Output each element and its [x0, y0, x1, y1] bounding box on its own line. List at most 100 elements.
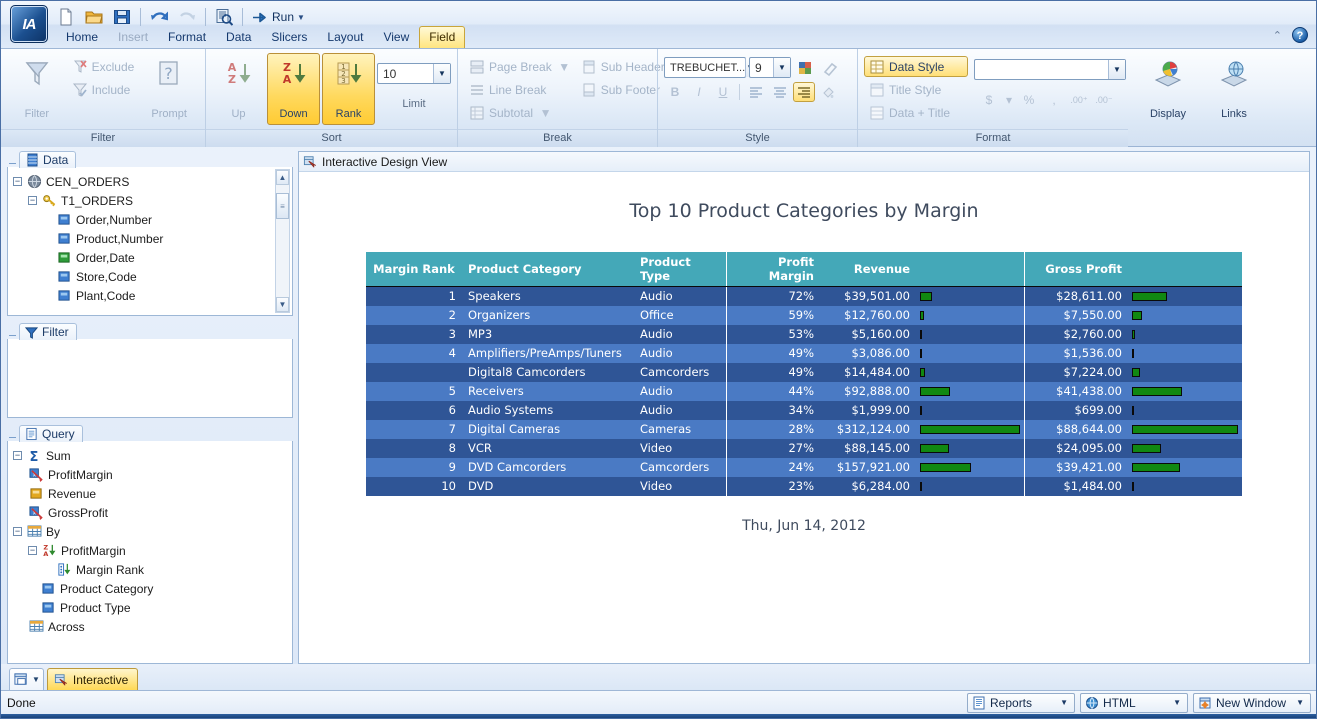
tree-item-order-number[interactable]: Order,Number — [13, 210, 290, 229]
tab-view[interactable]: View — [373, 26, 419, 48]
col-gross-profit[interactable]: Gross Profit — [1023, 252, 1128, 287]
expander-icon[interactable]: − — [28, 546, 37, 555]
view-selector-button[interactable]: ▼ — [9, 668, 44, 690]
cell-merge-icon[interactable] — [794, 58, 816, 78]
data-tree: − CEN_ORDERS − T1_ORDERS Order,Number Pr… — [8, 167, 292, 307]
svg-text:Σ: Σ — [30, 450, 39, 463]
reports-icon — [973, 696, 985, 709]
tree-item-cen-orders[interactable]: − CEN_ORDERS — [13, 172, 290, 191]
scroll-down-arrow-icon[interactable]: ▼ — [276, 297, 289, 312]
title-style-label: Title Style — [889, 82, 942, 97]
chevron-down-icon[interactable]: ▼ — [32, 675, 40, 684]
cell-revenue-bar — [916, 362, 1024, 382]
ribbon-group-break-title: Break — [458, 129, 657, 147]
collapse-ribbon-icon[interactable]: ⌃ — [1273, 29, 1282, 42]
cell-rank: 3 — [366, 324, 462, 344]
chevron-down-icon[interactable]: ▼ — [297, 13, 305, 22]
col-product-category[interactable]: Product Category — [462, 252, 634, 287]
sort-down-button[interactable]: Z A Down — [267, 53, 320, 125]
expander-icon[interactable]: − — [13, 527, 22, 536]
tree-item-product-type[interactable]: Product Type — [13, 598, 290, 617]
cell-gross-bar — [1128, 324, 1242, 344]
font-name-dropdown[interactable]: TREBUCHET... ▼ — [664, 57, 755, 78]
tree-label: Product Category — [60, 581, 154, 596]
tab-format[interactable]: Format — [158, 26, 216, 48]
table-row[interactable]: 8 VCR Video 27% $88,145.00 $24,095.00 — [366, 438, 1242, 458]
status-dropdown-html[interactable]: HTML ▼ — [1080, 692, 1188, 713]
field-green-icon — [56, 250, 72, 266]
display-button[interactable]: Display — [1138, 53, 1198, 125]
cell-revenue-bar — [916, 457, 1024, 477]
clear-format-icon — [819, 58, 841, 78]
expander-icon[interactable]: − — [13, 451, 22, 460]
percent-button: % — [1023, 93, 1035, 107]
table-row[interactable]: 6 Audio Systems Audio 34% $1,999.00 $699.00 — [366, 400, 1242, 420]
chevron-down-icon[interactable]: ▼ — [1056, 698, 1072, 707]
tree-item-by[interactable]: − By — [13, 522, 290, 541]
tab-interactive[interactable]: Interactive — [46, 668, 139, 690]
links-button[interactable]: Links — [1204, 53, 1264, 125]
limit-dropdown[interactable]: 10 ▼ — [377, 63, 451, 84]
tree-item-profitmargin-by[interactable]: − ZA ProfitMargin — [13, 541, 290, 560]
chevron-down-icon[interactable]: ▼ — [433, 64, 450, 83]
chevron-down-icon[interactable]: ▼ — [773, 58, 790, 77]
table-row[interactable]: 3 MP3 Audio 53% $5,160.00 $2,760.00 — [366, 324, 1242, 344]
canvas-body[interactable]: Top 10 Product Categories by Margin Marg… — [299, 172, 1309, 663]
scroll-up-arrow-icon[interactable]: ▲ — [276, 170, 289, 185]
expander-icon[interactable]: − — [13, 177, 22, 186]
tree-item-grossprofit[interactable]: x GrossProfit — [13, 503, 290, 522]
font-size-dropdown[interactable]: 9 ▼ — [749, 57, 791, 78]
table-row[interactable]: 1 Speakers Audio 72% $39,501.00 $28,611.00 — [366, 286, 1242, 306]
tab-slicers[interactable]: Slicers — [261, 26, 317, 48]
format-dropdown[interactable]: ▼ — [974, 59, 1126, 80]
table-row[interactable]: 5 Receivers Audio 44% $92,888.00 $41,438.00 — [366, 381, 1242, 401]
chevron-down-icon[interactable]: ▼ — [1169, 698, 1185, 707]
table-row[interactable]: Digital8 Camcorders Camcorders 49% $14,484.… — [366, 362, 1242, 382]
page-break-split-icon: ▼ — [558, 59, 571, 74]
title-style-icon — [870, 83, 884, 96]
ribbon-group-filter-title: Filter — [1, 129, 205, 147]
chevron-down-icon[interactable]: ▼ — [1108, 60, 1125, 79]
filter-panel-body[interactable] — [7, 339, 293, 418]
expander-icon[interactable]: − — [28, 196, 37, 205]
scrollbar-thumb[interactable]: ≡ — [276, 193, 289, 219]
tree-item-sum[interactable]: − Σ Sum — [13, 446, 290, 465]
tree-item-profitmargin-sum[interactable]: x ProfitMargin — [13, 465, 290, 484]
data-style-label: Data Style — [889, 59, 945, 74]
data-tree-scrollbar[interactable]: ▲ ≡ ▼ — [275, 169, 290, 313]
tab-data[interactable]: Data — [216, 26, 261, 48]
col-profit-margin[interactable]: Profit Margin — [725, 252, 820, 287]
table-row[interactable]: 4 Amplifiers/PreAmps/Tuners Audio 49% $3,086… — [366, 343, 1242, 363]
align-right-button[interactable] — [793, 82, 815, 102]
run-button[interactable]: Run ▼ — [248, 6, 308, 28]
col-revenue[interactable]: Revenue — [820, 252, 916, 287]
tab-home[interactable]: Home — [56, 26, 108, 48]
col-margin-rank[interactable]: Margin Rank — [366, 252, 462, 287]
query-panel-icon — [26, 427, 37, 441]
rank-label: Rank — [335, 108, 362, 120]
table-row[interactable]: 10 DVD Video 23% $6,284.00 $1,484.00 — [366, 476, 1242, 496]
tree-item-margin-rank[interactable]: Margin Rank — [13, 560, 290, 579]
tree-item-product-number[interactable]: Product,Number — [13, 229, 290, 248]
status-dropdown-reports[interactable]: Reports ▼ — [967, 692, 1075, 713]
rank-button[interactable]: 1 2 3 Rank — [322, 53, 375, 125]
tree-item-revenue[interactable]: Revenue — [13, 484, 290, 503]
tab-layout[interactable]: Layout — [317, 26, 373, 48]
table-row[interactable]: 9 DVD Camcorders Camcorders 24% $157,921.00 $… — [366, 457, 1242, 477]
status-dropdown-new-window[interactable]: New Window ▼ — [1193, 692, 1311, 713]
toolbar-divider — [140, 8, 141, 26]
table-row[interactable]: 7 Digital Cameras Cameras 28% $312,124.00 $88… — [366, 419, 1242, 439]
tree-item-product-category[interactable]: Product Category — [13, 579, 290, 598]
table-row[interactable]: 2 Organizers Office 59% $12,760.00 $7,550.00 — [366, 305, 1242, 325]
tab-field[interactable]: Field — [419, 26, 466, 48]
report-table[interactable]: Margin Rank Product Category Product Typ… — [366, 252, 1242, 496]
tree-item-store-code[interactable]: Store,Code — [13, 267, 290, 286]
data-style-button[interactable]: Data Style — [864, 56, 968, 77]
help-icon[interactable]: ? — [1292, 27, 1308, 43]
tree-item-plant-code[interactable]: Plant,Code — [13, 286, 290, 305]
col-product-type[interactable]: Product Type — [634, 252, 726, 287]
tree-item-t1-orders[interactable]: − T1_ORDERS — [13, 191, 290, 210]
chevron-down-icon[interactable]: ▼ — [1292, 698, 1308, 707]
tree-item-across[interactable]: Across — [13, 617, 290, 636]
tree-item-order-date[interactable]: Order,Date — [13, 248, 290, 267]
